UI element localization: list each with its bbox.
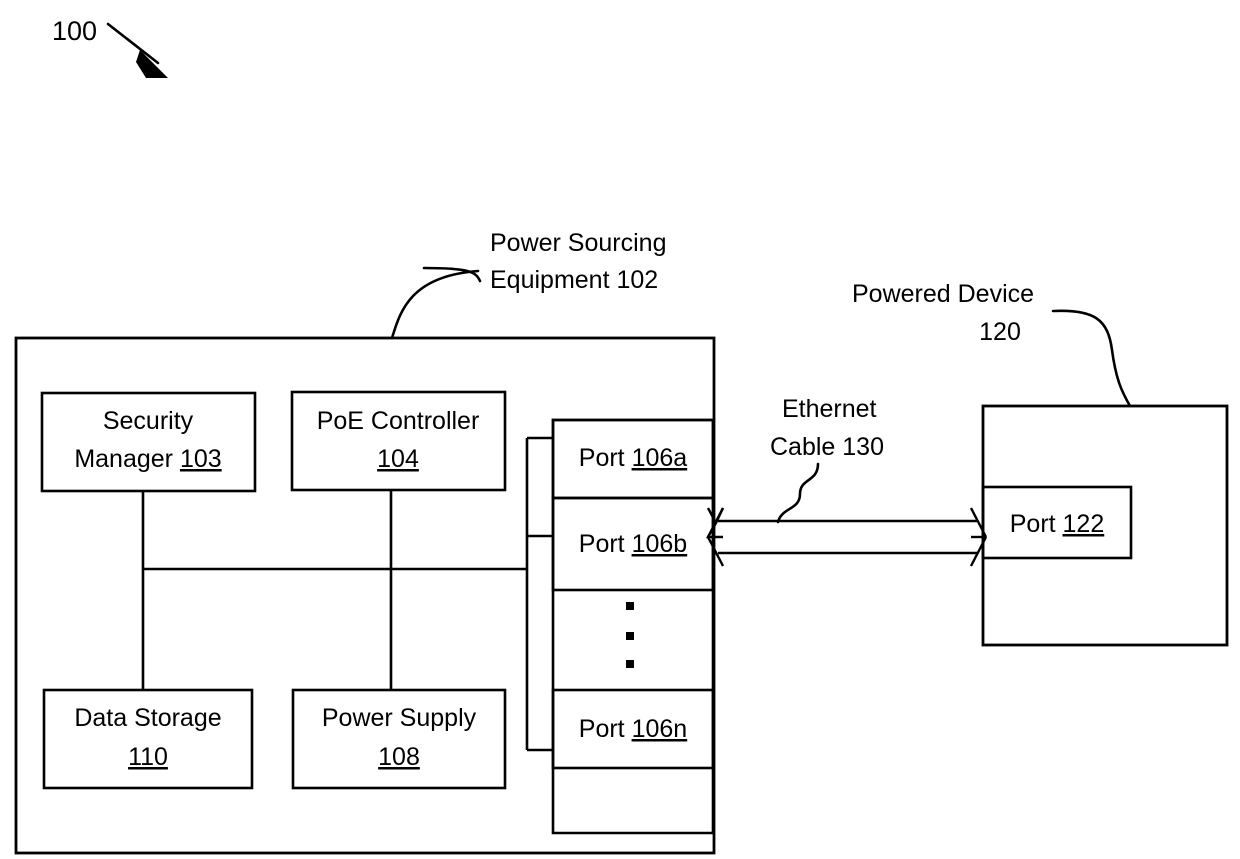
port-122-ref: 122	[1063, 510, 1105, 538]
poe-controller-ref: 104	[377, 445, 419, 473]
powered-device-block: Port 122	[981, 404, 1229, 647]
security-manager-ref: 103	[180, 445, 222, 473]
data-storage-label-line1: Data Storage	[74, 704, 221, 732]
ethernet-cable-ref: 130	[842, 433, 884, 461]
pse-callout-line1: Power Sourcing	[490, 229, 666, 257]
figure-number-label: 100	[52, 16, 97, 46]
ethernet-cable-text: Cable	[770, 433, 842, 461]
port-106a-ref: 106a	[632, 444, 688, 472]
poe-controller-block: PoE Controller 104	[290, 390, 507, 492]
pse-callout: Power Sourcing Equipment 102	[390, 229, 666, 340]
port-stack-column	[551, 418, 715, 835]
power-supply-label-line1: Power Supply	[322, 704, 477, 732]
port-106n-text: Port	[579, 715, 632, 743]
port-bus-spine	[525, 436, 553, 752]
port-106n-label: Port 106n	[579, 715, 687, 743]
port-106a-block: Port 106a	[551, 418, 715, 500]
port-106n-ref: 106n	[632, 715, 688, 743]
port-106n-block: Port 106n	[551, 688, 715, 770]
pse-callout-ref: 102	[616, 266, 658, 294]
port-122-text: Port	[1010, 510, 1063, 538]
port-106a-label: Port 106a	[579, 444, 688, 472]
figure-canvas: 100 Power Sourcing Equipment 102 Securit…	[0, 0, 1240, 859]
ethernet-cable-line2: Cable 130	[770, 433, 884, 461]
port-106b-ref: 106b	[632, 530, 688, 558]
power-supply-ref: 108	[378, 743, 420, 771]
security-manager-label-line2: Manager 103	[74, 445, 221, 473]
data-storage-block: Data Storage 110	[42, 688, 254, 790]
pse-callout-line2-text: Equipment	[490, 266, 616, 294]
data-storage-ref: 110	[128, 743, 168, 771]
powered-device-line1: Powered Device	[852, 280, 1034, 308]
port-122-label: Port 122	[1010, 510, 1105, 538]
security-manager-label-line1: Security	[103, 407, 194, 435]
port-106b-label: Port 106b	[579, 530, 687, 558]
patent-figure-svg: 100 Power Sourcing Equipment 102 Securit…	[14, 16, 1229, 855]
figure-leader-arrow	[106, 22, 168, 78]
port-106b-block: Port 106b	[551, 496, 715, 592]
internal-bus-wiring	[141, 490, 527, 690]
ethernet-cable-leader	[776, 462, 820, 524]
ethernet-cable-callout: Ethernet Cable 130	[770, 395, 884, 524]
ethernet-cable-arrow	[705, 507, 988, 567]
poe-controller-label-line1: PoE Controller	[317, 407, 480, 435]
powered-device-callout: Powered Device 120	[852, 280, 1132, 408]
powered-device-ref: 120	[979, 318, 1021, 346]
pse-leader-curve	[390, 269, 480, 340]
power-supply-block: Power Supply 108	[291, 688, 507, 790]
security-manager-block: Security Manager 103	[40, 391, 257, 493]
port-106b-text: Port	[579, 530, 632, 558]
pse-callout-line2: Equipment 102	[490, 266, 658, 294]
security-manager-name-text: Manager	[74, 445, 180, 473]
powered-device-leader	[1051, 309, 1132, 408]
port-ellipsis-dots	[626, 602, 634, 668]
ethernet-cable-line1: Ethernet	[782, 395, 877, 423]
port-106a-text: Port	[579, 444, 632, 472]
